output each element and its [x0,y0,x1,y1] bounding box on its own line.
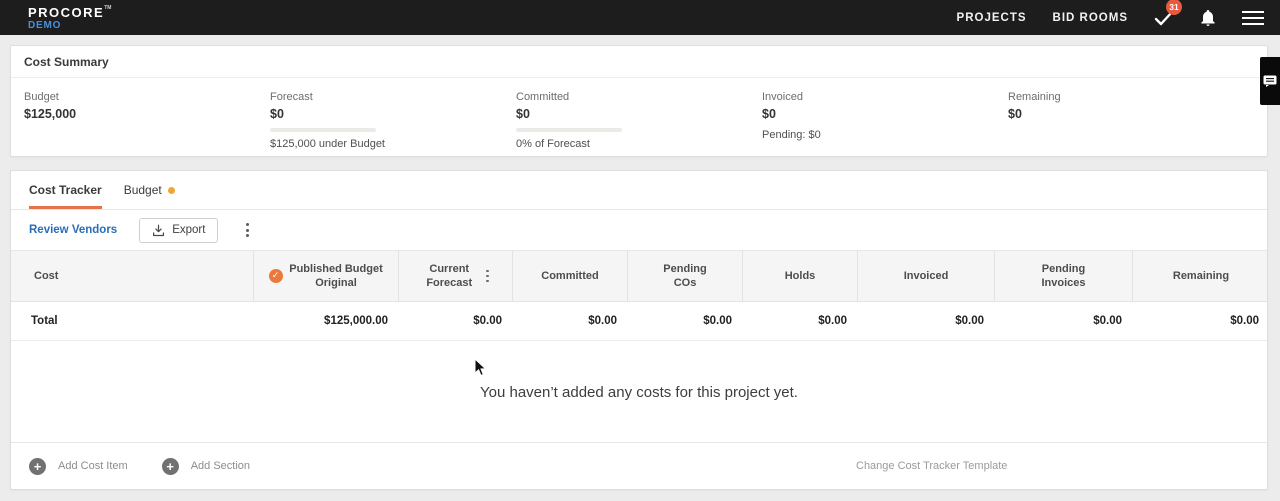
metric-budget: Budget $125,000 [24,91,270,150]
demo-label: DEMO [28,20,62,31]
column-header-pending-cos[interactable]: Pending COs [627,251,742,301]
total-committed: $0.00 [588,315,617,327]
metric-remaining: Remaining $0 [1008,91,1254,150]
tab-cost-tracker[interactable]: Cost Tracker [29,183,102,209]
metric-invoiced: Invoiced $0 Pending: $0 [762,91,1008,150]
plus-icon: + [29,457,46,475]
total-current-forecast: $0.00 [473,315,502,327]
metric-label: Committed [516,91,570,103]
budget-alert-dot [167,186,175,194]
column-header-published-budget[interactable]: ✓ Published Budget Original [253,251,398,301]
tab-budget[interactable]: Budget [124,183,175,209]
empty-state: You haven’t added any costs for this pro… [11,341,1267,443]
mouse-cursor [474,358,487,377]
metric-value: $125,000 [24,107,77,121]
metric-committed: Committed $0 0% of Forecast [516,91,762,150]
nav-projects[interactable]: PROJECTS [957,12,1027,24]
total-remaining: $0.00 [1230,315,1259,327]
empty-state-message: You haven’t added any costs for this pro… [480,383,798,401]
metric-value: $0 [516,107,530,121]
column-header-holds[interactable]: Holds [742,251,857,301]
tasks-check-icon[interactable]: 31 [1154,0,1182,26]
total-published-budget: $125,000.00 [324,315,388,327]
tracker-footer: + Add Cost Item + Add Section Change Cos… [11,442,1267,489]
total-holds: $0.00 [818,315,847,327]
published-check-icon: ✓ [268,269,283,283]
tab-bar: Cost Tracker Budget [11,171,1267,210]
tracker-toolbar: Review Vendors Export [11,210,1267,250]
column-options-icon[interactable] [483,268,492,285]
hamburger-menu-icon[interactable] [1242,10,1264,25]
cost-table-header: Cost ✓ Published Budget Original Current… [11,250,1267,302]
committed-progress-bar [516,128,622,132]
cost-tracker-card: Cost Tracker Budget Review Vendors Expor… [10,170,1268,490]
column-header-cost[interactable]: Cost [11,251,253,301]
column-header-committed[interactable]: Committed [512,251,627,301]
add-section-button[interactable]: + Add Section [161,457,250,475]
cost-summary-title: Cost Summary [11,46,1267,78]
bell-icon[interactable] [1200,9,1216,27]
metric-subtext: $125,000 under Budget [270,138,385,150]
review-vendors-link[interactable]: Review Vendors [29,224,117,236]
top-navigation-bar: PROCORETM DEMO PROJECTS BID ROOMS 31 [0,0,1280,35]
metric-value: $0 [1008,107,1022,121]
more-options-icon[interactable] [240,219,255,241]
metric-label: Invoiced [762,91,803,103]
procore-logo[interactable]: PROCORETM DEMO [28,6,111,31]
metric-label: Budget [24,91,59,103]
nav-bid-rooms[interactable]: BID ROOMS [1053,12,1128,24]
download-icon [153,224,165,236]
column-header-invoiced[interactable]: Invoiced [857,251,994,301]
procore-logo-text: PROCORETM [28,5,112,20]
plus-icon: + [161,457,179,475]
chat-bubble-icon [1263,75,1277,87]
add-cost-item-button[interactable]: + Add Cost Item [29,457,128,475]
metric-label: Forecast [270,91,313,103]
total-row: Total $125,000.00 $0.00 $0.00 $0.00 $0.0… [11,302,1267,341]
column-header-pending-invoices[interactable]: Pending Invoices [994,251,1132,301]
metric-value: $0 [270,107,284,121]
forecast-progress-bar [270,128,376,132]
metric-value: $0 [762,107,776,121]
feedback-chat-tab[interactable] [1260,57,1280,105]
metric-subtext: 0% of Forecast [516,138,590,150]
metric-subtext: Pending: $0 [762,129,821,141]
total-label: Total [31,315,58,327]
notification-count-badge: 31 [1166,0,1182,15]
metric-forecast: Forecast $0 $125,000 under Budget [270,91,516,150]
metric-label: Remaining [1008,91,1061,103]
total-pending-invoices: $0.00 [1093,315,1122,327]
column-header-remaining[interactable]: Remaining [1132,251,1269,301]
export-button[interactable]: Export [139,217,219,243]
change-template-link[interactable]: Change Cost Tracker Template [856,460,1007,472]
cost-summary-card: Cost Summary Budget $125,000 Forecast $0… [10,45,1268,157]
total-invoiced: $0.00 [955,315,984,327]
column-header-current-forecast[interactable]: Current Forecast [398,251,512,301]
total-pending-cos: $0.00 [703,315,732,327]
